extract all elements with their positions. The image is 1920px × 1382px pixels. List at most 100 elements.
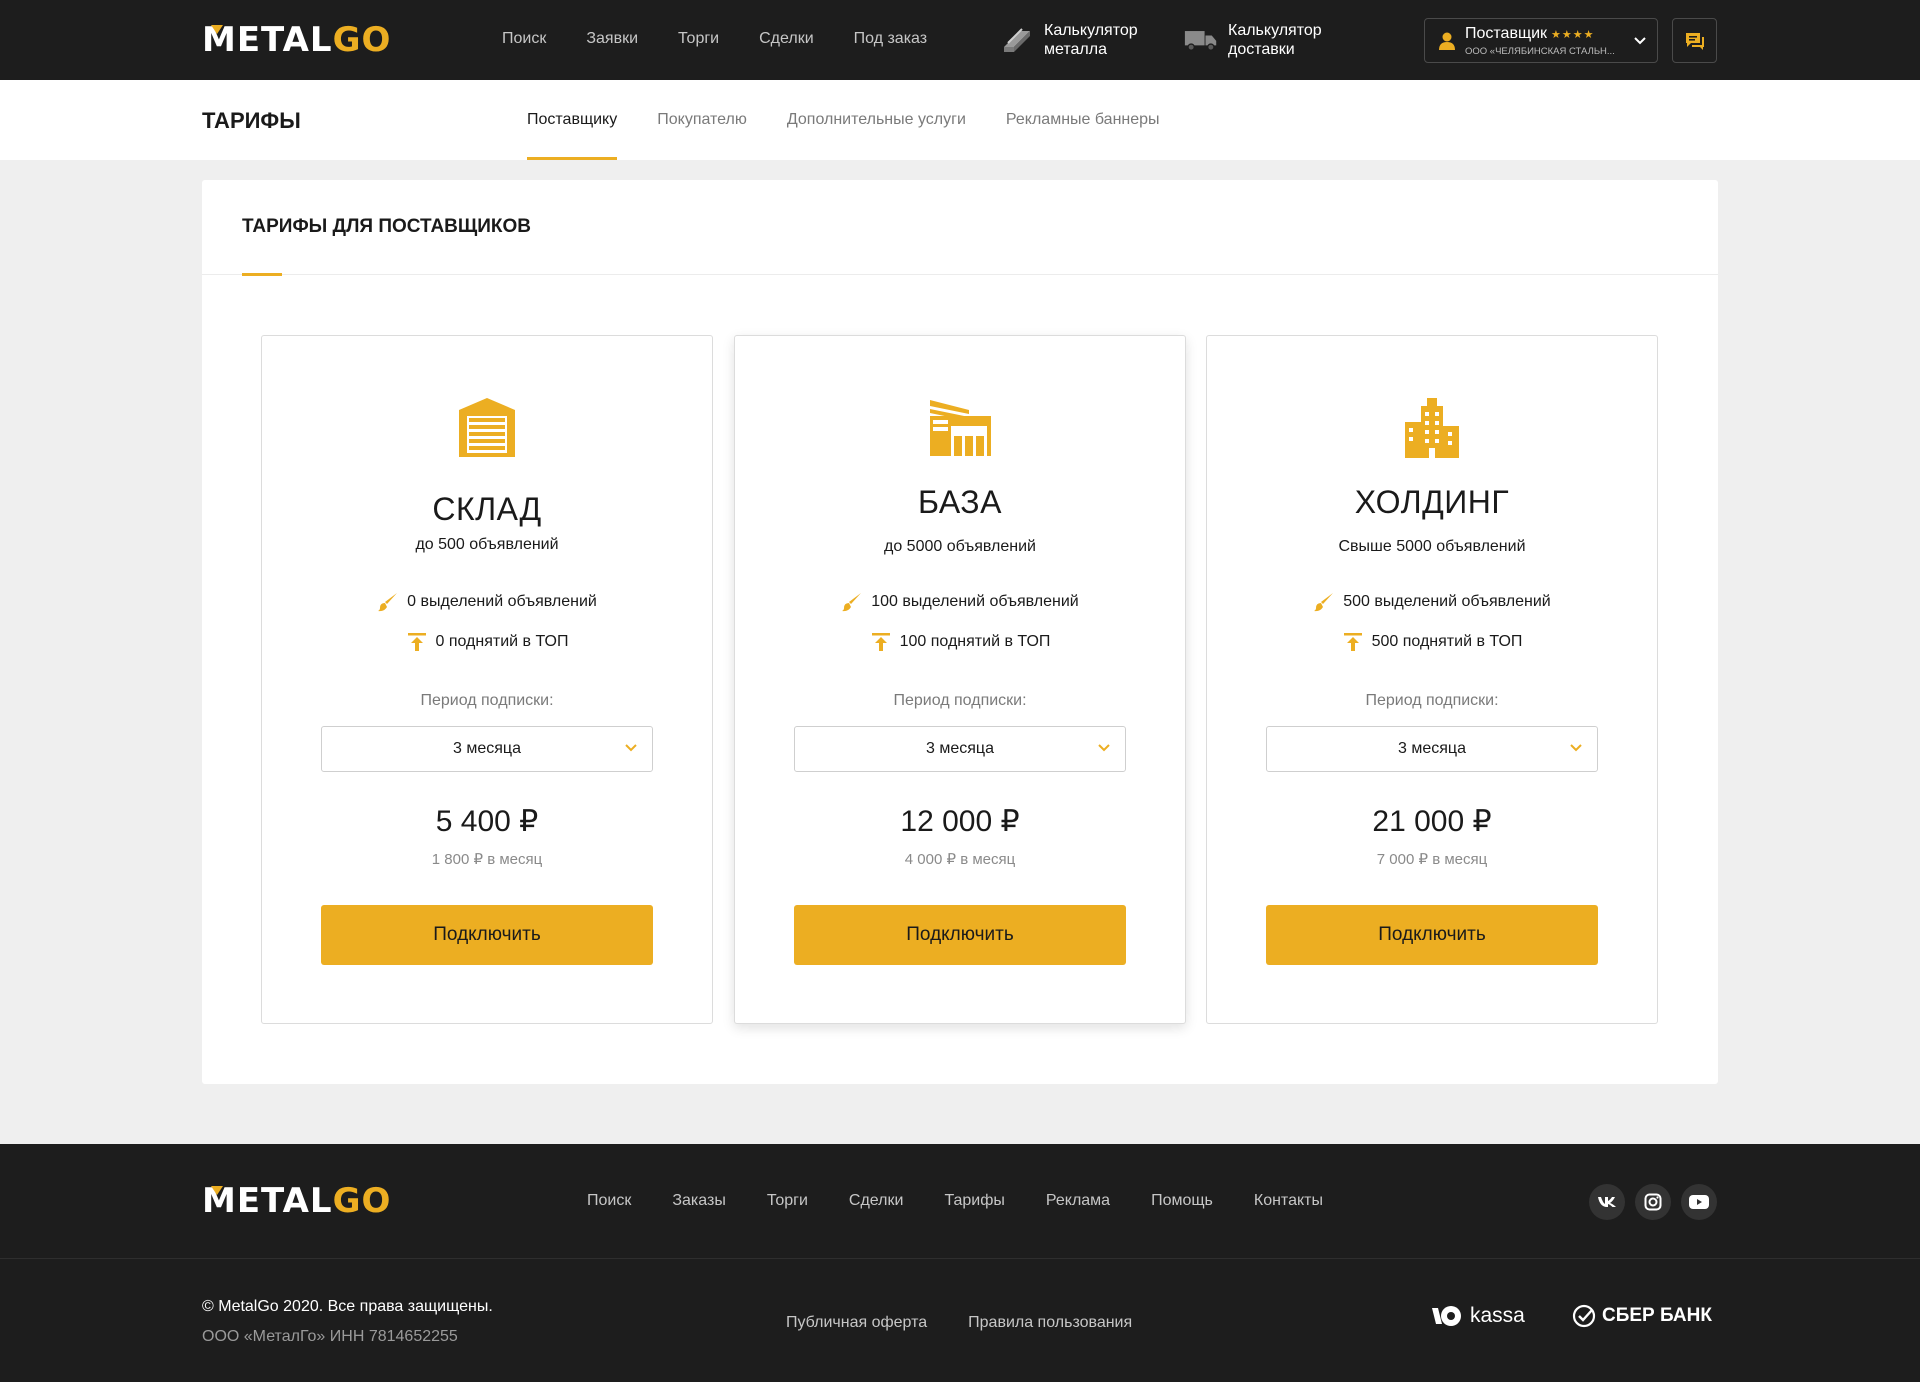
plan-top-raises: 0 поднятий в ТОП xyxy=(262,631,712,653)
raise-to-top-icon xyxy=(1342,631,1364,653)
panel-title-accent xyxy=(242,273,282,276)
user-role: Поставщик xyxy=(1465,24,1548,42)
footer-nav-contacts[interactable]: Контакты xyxy=(1254,1192,1323,1210)
footer-nav-help[interactable]: Помощь xyxy=(1151,1192,1213,1210)
subscribe-button[interactable]: Подключить xyxy=(1266,905,1598,965)
steel-beam-icon xyxy=(1000,25,1034,55)
sberbank-logo: СБЕР БАНК xyxy=(1572,1304,1712,1328)
tab-ad-banners[interactable]: Рекламные баннеры xyxy=(1006,80,1160,160)
footer-nav-deals[interactable]: Сделки xyxy=(849,1192,904,1210)
copyright: © MetalGo 2020. Все права защищены. xyxy=(202,1298,493,1315)
brush-icon xyxy=(841,591,863,613)
plan-highlights: 0 выделений объявлений xyxy=(262,591,712,613)
vk-icon[interactable] xyxy=(1589,1184,1625,1220)
plan-limit: до 500 объявлений xyxy=(415,536,559,553)
sberbank-text: СБЕР БАНК xyxy=(1602,1305,1712,1326)
youtube-icon[interactable] xyxy=(1681,1184,1717,1220)
chevron-down-icon xyxy=(1098,744,1110,752)
plan-top-raises: 500 поднятий в ТОП xyxy=(1207,631,1657,653)
user-menu[interactable]: Поставщик ★★★★ ООО «ЧЕЛЯБИНСКАЯ СТАЛЬН... xyxy=(1424,18,1658,63)
terms-of-use-link[interactable]: Правила пользования xyxy=(968,1314,1132,1332)
sberbank-check-icon xyxy=(1572,1304,1596,1328)
metal-calculator-link[interactable]: Калькулятор металла xyxy=(1000,21,1138,59)
tab-supplier[interactable]: Поставщику xyxy=(527,80,618,160)
yoo-kassa-icon xyxy=(1432,1306,1461,1326)
plan-monthly-price: 1 800 ₽ в месяц xyxy=(431,851,543,868)
raise-to-top-icon xyxy=(870,631,892,653)
plan-top-raises: 100 поднятий в ТОП xyxy=(735,631,1185,653)
delivery-calculator-label: Калькулятор доставки xyxy=(1228,22,1322,58)
social-links xyxy=(1589,1184,1717,1220)
brush-icon xyxy=(1313,591,1335,613)
nav-trades[interactable]: Торги xyxy=(678,30,719,48)
top-header: METAL GO Поиск Заявки Торги Сделки Под за… xyxy=(0,0,1920,80)
user-icon xyxy=(1439,32,1455,50)
tariffs-panel: ТАРИФЫ ДЛЯ ПОСТАВЩИКОВ СКЛАД до 500 объя… xyxy=(202,180,1718,1084)
delivery-calculator-link[interactable]: Калькулятор доставки xyxy=(1184,21,1322,59)
period-label: Период подписки: xyxy=(893,692,1027,709)
brush-icon xyxy=(377,591,399,613)
plan-card-base: БАЗА до 5000 объявлений 100 выделений об… xyxy=(734,335,1186,1024)
footer-divider xyxy=(0,1258,1920,1259)
messages-button[interactable] xyxy=(1672,18,1717,63)
footer-nav-trades[interactable]: Торги xyxy=(767,1192,808,1210)
plan-monthly-price: 4 000 ₽ в месяц xyxy=(904,851,1016,868)
plan-price: 5 400 ₽ xyxy=(435,805,539,838)
chat-icon xyxy=(1685,32,1704,50)
logo-text-metal: METAL xyxy=(202,1181,333,1221)
chevron-down-icon xyxy=(1634,36,1646,44)
nav-search[interactable]: Поиск xyxy=(502,30,546,48)
skyscraper-icon xyxy=(1207,396,1657,458)
plan-monthly-price: 7 000 ₽ в месяц xyxy=(1376,851,1488,868)
logo-text-go: GO xyxy=(332,1181,392,1221)
plan-name: ХОЛДИНГ xyxy=(1354,484,1510,520)
subscribe-button[interactable]: Подключить xyxy=(321,905,653,965)
logo[interactable]: METAL GO xyxy=(202,20,392,60)
panel-divider xyxy=(202,274,1718,275)
subscribe-button[interactable]: Подключить xyxy=(794,905,1126,965)
logo-text-go: GO xyxy=(332,20,392,60)
footer-nav: Поиск Заказы Торги Сделки Тарифы Реклама… xyxy=(587,1192,1323,1210)
user-rating-stars: ★★★★ xyxy=(1551,28,1595,41)
footer-nav-advertising[interactable]: Реклама xyxy=(1046,1192,1110,1210)
plan-name: СКЛАД xyxy=(432,491,542,527)
footer-logo[interactable]: METAL GO xyxy=(202,1181,392,1221)
public-offer-link[interactable]: Публичная оферта xyxy=(786,1314,927,1332)
yoo-kassa-text: kassa xyxy=(1470,1304,1525,1327)
footer-nav-tariffs[interactable]: Тарифы xyxy=(944,1192,1004,1210)
truck-icon xyxy=(1184,25,1218,55)
nav-requests[interactable]: Заявки xyxy=(586,30,638,48)
period-select[interactable]: 3 месяца xyxy=(794,726,1126,772)
metal-calculator-label: Калькулятор металла xyxy=(1044,22,1138,58)
plan-limit: до 5000 объявлений xyxy=(884,538,1036,555)
period-select[interactable]: 3 месяца xyxy=(1266,726,1598,772)
plan-price: 21 000 ₽ xyxy=(1372,805,1492,838)
footer-nav-search[interactable]: Поиск xyxy=(587,1192,631,1210)
page-title: ТАРИФЫ xyxy=(202,108,301,133)
instagram-icon[interactable] xyxy=(1635,1184,1671,1220)
plan-highlights: 100 выделений объявлений xyxy=(735,591,1185,613)
period-select[interactable]: 3 месяца xyxy=(321,726,653,772)
main-nav: Поиск Заявки Торги Сделки Под заказ xyxy=(502,30,927,48)
user-info: Поставщик ★★★★ ООО «ЧЕЛЯБИНСКАЯ СТАЛЬН... xyxy=(1465,25,1633,57)
panel-title: ТАРИФЫ ДЛЯ ПОСТАВЩИКОВ xyxy=(242,216,532,237)
plan-card-warehouse: СКЛАД до 500 объявлений 0 выделений объя… xyxy=(261,335,713,1024)
tab-additional-services[interactable]: Дополнительные услуги xyxy=(787,80,966,160)
plan-card-holding: ХОЛДИНГ Свыше 5000 объявлений 500 выделе… xyxy=(1206,335,1658,1024)
yoo-kassa-logo: kassa xyxy=(1430,1304,1525,1328)
warehouse-icon xyxy=(262,396,712,458)
user-company: ООО «ЧЕЛЯБИНСКАЯ СТАЛЬН... xyxy=(1465,45,1615,57)
sub-header: ТАРИФЫ Поставщику Покупателю Дополнитель… xyxy=(0,80,1920,160)
plan-highlights: 500 выделений объявлений xyxy=(1207,591,1657,613)
period-label: Период подписки: xyxy=(420,692,554,709)
base-building-icon xyxy=(735,396,1185,458)
nav-deals[interactable]: Сделки xyxy=(759,30,814,48)
plan-limit: Свыше 5000 объявлений xyxy=(1338,538,1526,555)
chevron-down-icon xyxy=(1570,744,1582,752)
plan-name: БАЗА xyxy=(918,484,1002,520)
nav-custom-order[interactable]: Под заказ xyxy=(854,30,927,48)
tab-buyer[interactable]: Покупателю xyxy=(657,80,747,160)
plan-price: 12 000 ₽ xyxy=(900,805,1020,838)
footer-nav-orders[interactable]: Заказы xyxy=(672,1192,725,1210)
raise-to-top-icon xyxy=(406,631,428,653)
